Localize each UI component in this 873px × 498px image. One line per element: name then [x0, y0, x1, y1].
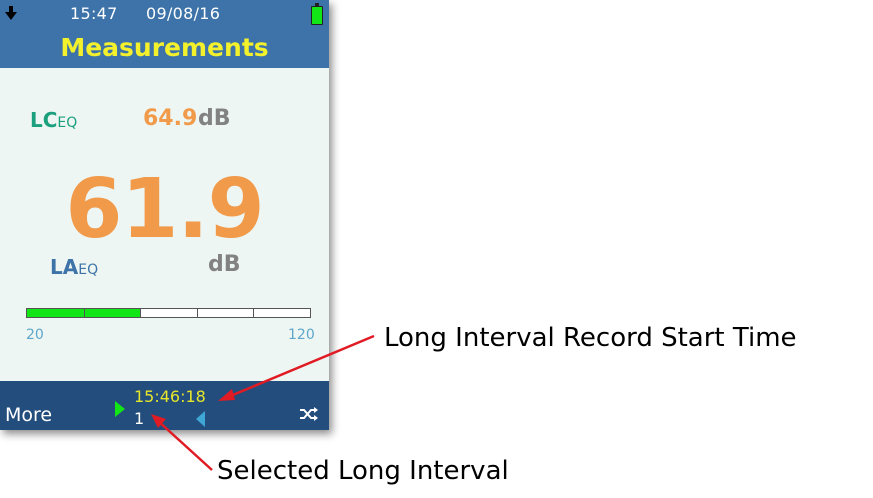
record-start-time: 15:46:18 — [134, 387, 206, 406]
laeq-label: LAEQ — [50, 255, 99, 279]
selected-interval-callout: Selected Long Interval — [217, 456, 509, 486]
lceq-label: LCEQ — [30, 108, 78, 132]
level-scale-min: 20 — [26, 327, 44, 343]
page-title: Measurements — [60, 33, 269, 62]
footer-bar: More 15:46:18 1 — [0, 381, 329, 430]
status-time: 15:47 — [70, 4, 118, 23]
next-interval-arrow-icon[interactable] — [115, 401, 125, 417]
level-bar-tick — [253, 308, 255, 318]
laeq-value: 61.9 — [65, 162, 264, 257]
level-scale-max: 120 — [288, 327, 315, 343]
battery-full-icon — [311, 3, 323, 25]
measurement-panel: LCEQ 64.9 dB 61.9 LAEQ dB 20 120 — [0, 68, 329, 381]
more-button[interactable]: More — [5, 404, 52, 426]
lceq-value: 64.9 — [143, 106, 198, 131]
level-bar — [26, 308, 311, 318]
level-bar-tick — [196, 308, 198, 318]
shuffle-icon[interactable] — [300, 407, 318, 421]
prev-interval-arrow-icon[interactable] — [196, 411, 205, 427]
status-date: 09/08/16 — [146, 4, 221, 23]
record-start-callout: Long Interval Record Start Time — [384, 323, 797, 353]
lceq-unit: dB — [198, 106, 231, 131]
laeq-unit: dB — [208, 252, 241, 277]
download-arrow-icon — [5, 6, 17, 20]
level-bar-tick — [83, 308, 85, 318]
interval-index: 1 — [134, 409, 145, 428]
level-bar-tick — [140, 308, 142, 318]
device-screen: 15:47 09/08/16 Measurements LCEQ 64.9 dB… — [0, 0, 329, 430]
status-bar: 15:47 09/08/16 Measurements — [0, 0, 329, 68]
